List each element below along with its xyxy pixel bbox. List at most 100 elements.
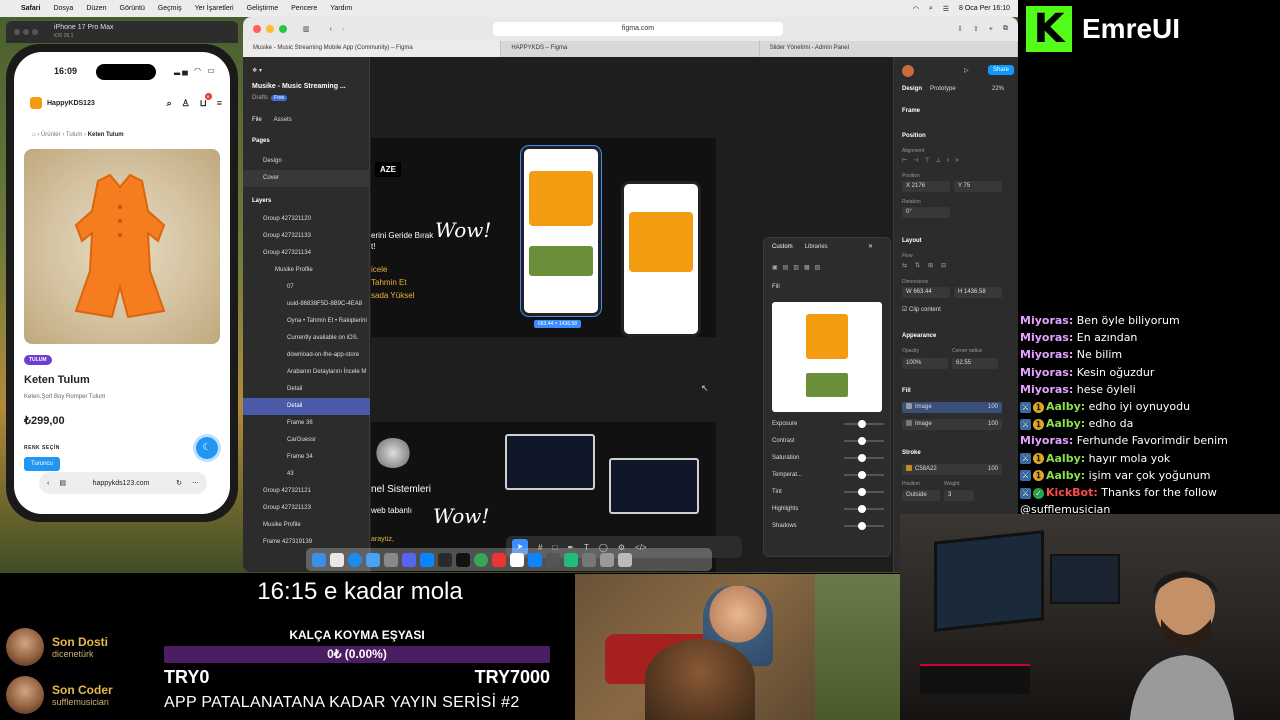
tint-slider[interactable]: Tint [772, 486, 884, 498]
layer-item[interactable]: 07 [243, 279, 370, 296]
avatar[interactable] [902, 65, 914, 77]
alignment-icons[interactable]: ⊢⊣⊤⊥⊦⊧ [902, 157, 965, 164]
store-name[interactable]: HappyKDS123 [47, 100, 95, 107]
tab-prototype[interactable]: Prototype [930, 86, 956, 92]
menu-icon[interactable]: ≡ [217, 98, 222, 109]
phone-mockup-selected[interactable] [520, 145, 602, 317]
layer-item[interactable]: Oyna • Tahmin Et • Rakiplerini [243, 313, 370, 330]
sidebar-icon[interactable]: ▥ [303, 25, 310, 33]
breadcrumb-products[interactable]: Ürünler [41, 132, 61, 138]
layer-item[interactable]: Group 427321121 [243, 483, 370, 500]
app-icon[interactable] [510, 552, 524, 567]
layer-item[interactable]: Group 427321123 [243, 500, 370, 517]
monitor-mockup[interactable] [609, 458, 699, 514]
design-frame[interactable]: AZE erini Geride Bırak t! Wow! icele Tah… [371, 138, 716, 337]
product-image[interactable] [24, 149, 220, 344]
menu-item[interactable]: Pencere [291, 5, 317, 12]
discord-icon[interactable] [402, 552, 416, 567]
frame-type-select[interactable]: Frame [902, 108, 920, 114]
phone-url[interactable]: happykds123.com [76, 480, 166, 487]
layer-item-selected[interactable]: Detail [243, 398, 370, 415]
figma-menu-icon[interactable]: ❖ ▾ [252, 67, 262, 74]
search-icon[interactable]: ⌕ [167, 98, 172, 109]
layer-item[interactable]: Group 427321133 [243, 228, 370, 245]
rotation-input[interactable]: 0° [902, 207, 950, 218]
finder-icon[interactable] [312, 552, 326, 567]
layer-item[interactable]: uuid-86838F5D-8B9C-4EA8 [243, 296, 370, 313]
tab-happykds[interactable]: HAPPYKDS – Figma [501, 41, 760, 57]
app-icon[interactable] [438, 552, 452, 567]
shadows-slider[interactable]: Shadows [772, 520, 884, 532]
fill-mode-select[interactable]: Fill [772, 284, 780, 290]
system-settings-icon[interactable] [384, 552, 398, 567]
file-title[interactable]: Musike - Music Streaming ... [252, 83, 346, 90]
close-window-button[interactable] [253, 25, 261, 33]
height-input[interactable]: H 1436.58 [954, 287, 1002, 298]
new-tab-icon[interactable]: + [989, 26, 993, 33]
wifi-icon[interactable]: ◠ [913, 5, 919, 13]
safari-icon[interactable] [348, 552, 362, 567]
page-item[interactable]: Design [243, 153, 370, 170]
app-icon[interactable] [420, 552, 434, 567]
tab-overview-icon[interactable]: ⧉ [1003, 25, 1008, 33]
tab-musike[interactable]: Musike - Music Streaming Mobile App (Com… [243, 41, 502, 57]
theme-toggle-button[interactable]: ☾ [196, 437, 218, 459]
fill-row[interactable]: Image 100 [902, 402, 1002, 413]
app-icon[interactable] [600, 552, 614, 567]
fill-type-icons[interactable]: ▣▤▥▦▧ [772, 264, 825, 271]
search-icon[interactable]: ⌕ [929, 5, 933, 13]
opacity-input[interactable]: 100% [902, 358, 948, 369]
tab-assets[interactable]: Assets [274, 117, 292, 123]
phone-mockup[interactable] [621, 181, 701, 337]
layer-item[interactable]: Group 427321120 [243, 211, 370, 228]
user-icon[interactable]: ♙ [182, 98, 190, 109]
popup-tab-libraries[interactable]: Libraries [805, 244, 828, 250]
chrome-icon[interactable] [474, 552, 488, 567]
share-button[interactable]: Share [988, 65, 1015, 75]
y-input[interactable]: Y 75 [954, 181, 1002, 192]
layer-item[interactable]: Group 427321134 [243, 245, 370, 262]
clip-content-checkbox[interactable]: ☑ Clip content [902, 306, 941, 313]
layer-item[interactable]: Detail [243, 381, 370, 398]
saturation-slider[interactable]: Saturation [772, 452, 884, 464]
control-center-icon[interactable]: ☰ [943, 5, 949, 13]
tab-file[interactable]: File [252, 117, 262, 123]
zoom-level[interactable]: 22% [992, 86, 1004, 92]
layer-item[interactable]: download-on-the-app-store [243, 347, 370, 364]
menu-item[interactable]: Görüntü [120, 5, 145, 12]
monitor-mockup[interactable] [505, 434, 595, 490]
trash-icon[interactable] [618, 552, 632, 567]
layer-item[interactable]: Frame 34 [243, 449, 370, 466]
app-icon[interactable] [582, 552, 596, 567]
back-icon[interactable]: ‹ [330, 26, 332, 33]
temperature-slider[interactable]: Temperat... [772, 469, 884, 481]
app-icon[interactable] [492, 552, 506, 567]
exposure-slider[interactable]: Exposure [772, 418, 884, 430]
forward-icon[interactable]: › [342, 26, 344, 33]
layer-item[interactable]: Musike Profile [243, 262, 370, 279]
play-icon[interactable]: ▷ [964, 67, 969, 74]
stroke-color-row[interactable]: C58A22 100 [902, 464, 1002, 475]
download-icon[interactable]: ⇩ [957, 25, 963, 33]
image-preview[interactable] [772, 302, 882, 412]
fill-row[interactable]: Image 100 [902, 419, 1002, 430]
more-icon[interactable]: ⋯ [192, 479, 199, 487]
home-icon[interactable]: ⌂ [32, 132, 36, 138]
layer-item[interactable]: Frame 36 [243, 415, 370, 432]
close-icon[interactable]: ✕ [868, 243, 873, 250]
zoom-window-button[interactable] [279, 25, 287, 33]
store-logo-icon[interactable] [30, 97, 42, 109]
app-icon[interactable] [564, 552, 578, 567]
x-input[interactable]: X 2176 [902, 181, 950, 192]
menu-item[interactable]: Geçmiş [158, 5, 182, 12]
tab-slider-admin[interactable]: Slider Yönetimi - Admin Panel [760, 41, 1018, 57]
cart-icon[interactable]: ⊔ 0 [200, 92, 212, 109]
share-icon[interactable]: ⇧ [973, 25, 979, 33]
app-store-icon[interactable] [528, 552, 542, 567]
back-icon[interactable]: ‹ [47, 480, 49, 487]
menu-item[interactable]: Yer İşaretleri [195, 5, 234, 12]
launchpad-icon[interactable] [330, 552, 344, 567]
safari-url-bar[interactable]: ‹ ▤ happykds123.com ↻ ⋯ [39, 472, 207, 494]
stroke-position-select[interactable]: Outside [902, 490, 940, 501]
terminal-icon[interactable] [456, 552, 470, 567]
